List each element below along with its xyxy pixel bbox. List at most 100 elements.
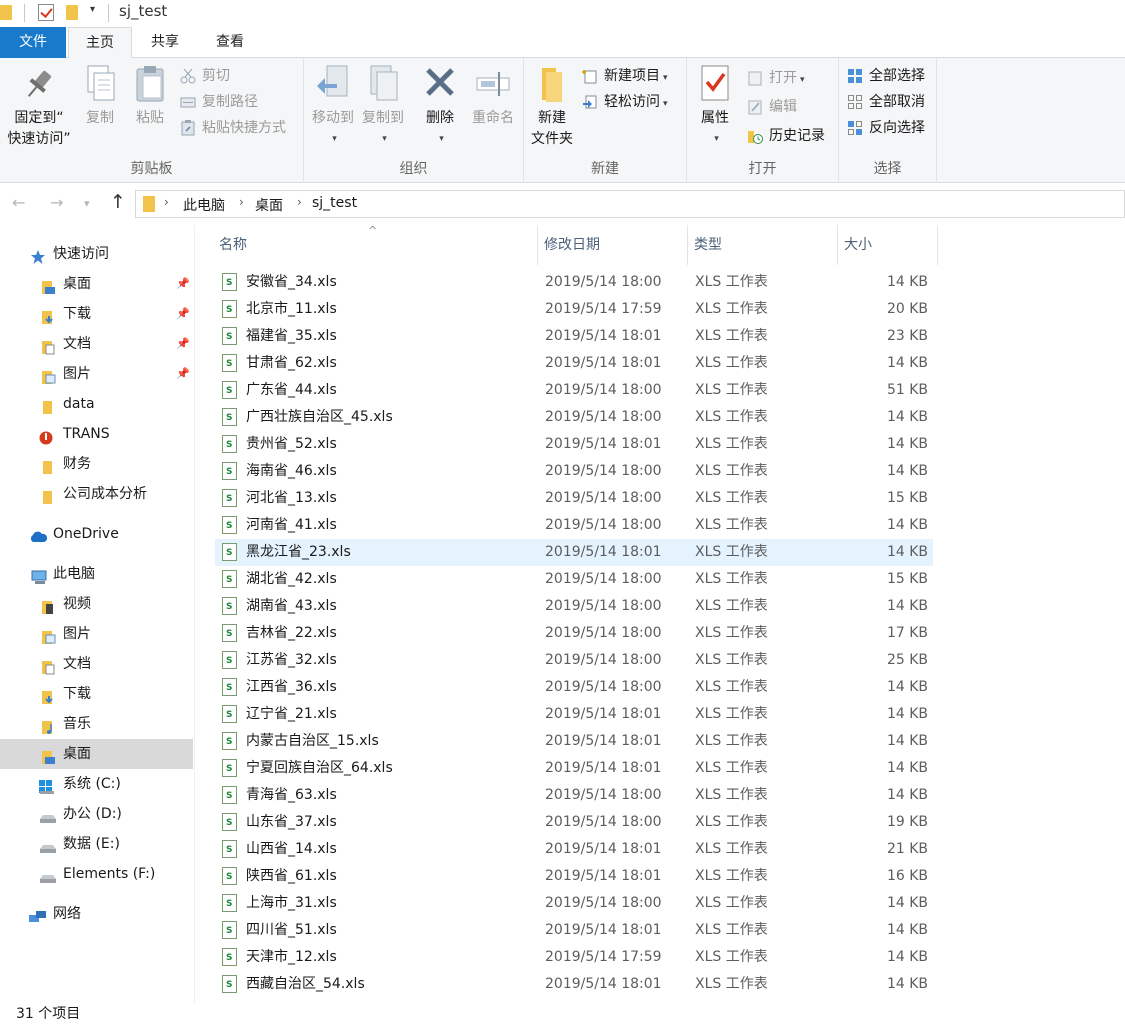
- open-button[interactable]: 打开 ▾: [747, 67, 805, 89]
- nav-item-videos[interactable]: 视频: [0, 589, 193, 619]
- file-row[interactable]: 黑龙江省_23.xls 2019/5/14 18:01 XLS 工作表 14 KB: [215, 539, 933, 567]
- nav-item-trans[interactable]: TRANS: [0, 419, 193, 449]
- breadcrumb-chevron-icon[interactable]: ›: [164, 195, 169, 209]
- invert-selection-button[interactable]: 反向选择: [847, 117, 925, 139]
- breadcrumb-chevron-icon[interactable]: ›: [239, 195, 244, 209]
- file-row[interactable]: 西藏自治区_54.xls 2019/5/14 18:01 XLS 工作表 14 KB: [215, 971, 933, 999]
- nav-item-drive-d[interactable]: 办公 (D:): [0, 799, 193, 829]
- nav-item-pictures[interactable]: 图片: [0, 619, 193, 649]
- nav-item-pictures-pinned[interactable]: 图片 📌: [0, 359, 193, 389]
- column-date[interactable]: 修改日期: [538, 225, 688, 265]
- file-row[interactable]: 内蒙古自治区_15.xls 2019/5/14 18:01 XLS 工作表 14 KB: [215, 728, 933, 756]
- nav-item-desktop[interactable]: 桌面: [0, 739, 193, 769]
- nav-item-documents[interactable]: 文档: [0, 649, 193, 679]
- address-bar[interactable]: › 此电脑 › 桌面 › sj_test: [135, 190, 1125, 218]
- file-row[interactable]: 北京市_11.xls 2019/5/14 17:59 XLS 工作表 20 KB: [215, 296, 933, 324]
- pin-quick-access-button[interactable]: 固定到“ 快速访问”: [4, 64, 74, 150]
- pin-icon[interactable]: 📌: [176, 359, 190, 389]
- nav-item-data[interactable]: data: [0, 389, 193, 419]
- paste-button[interactable]: 粘贴: [130, 64, 170, 129]
- tab-file[interactable]: 文件: [0, 27, 66, 58]
- nav-item-documents-pinned[interactable]: 文档 📌: [0, 329, 193, 359]
- nav-item-music[interactable]: 音乐: [0, 709, 193, 739]
- nav-quick-access[interactable]: 快速访问: [0, 239, 193, 269]
- file-row[interactable]: 山西省_14.xls 2019/5/14 18:01 XLS 工作表 21 KB: [215, 836, 933, 864]
- nav-item-drive-f[interactable]: Elements (F:): [0, 859, 193, 889]
- pin-icon[interactable]: 📌: [176, 329, 190, 359]
- properties-check-icon[interactable]: [38, 4, 54, 21]
- tab-view[interactable]: 查看: [198, 27, 262, 58]
- nav-label: 桌面: [63, 746, 91, 762]
- new-item-button[interactable]: 新建项目 ▾: [582, 65, 668, 87]
- select-all-button[interactable]: 全部选择: [847, 65, 925, 87]
- file-row[interactable]: 河北省_13.xls 2019/5/14 18:00 XLS 工作表 15 KB: [215, 485, 933, 513]
- file-row[interactable]: 福建省_35.xls 2019/5/14 18:01 XLS 工作表 23 KB: [215, 323, 933, 351]
- file-row[interactable]: 吉林省_22.xls 2019/5/14 18:00 XLS 工作表 17 KB: [215, 620, 933, 648]
- copy-path-button[interactable]: 复制路径: [180, 91, 258, 113]
- file-row[interactable]: 江苏省_32.xls 2019/5/14 18:00 XLS 工作表 25 KB: [215, 647, 933, 675]
- tab-share[interactable]: 共享: [134, 27, 196, 58]
- desktop-folder-icon: [40, 276, 56, 294]
- file-row[interactable]: 宁夏回族自治区_64.xls 2019/5/14 18:01 XLS 工作表 14 K…: [215, 755, 933, 783]
- up-arrow-icon[interactable]: ↑: [110, 191, 126, 213]
- file-row[interactable]: 上海市_31.xls 2019/5/14 18:00 XLS 工作表 14 KB: [215, 890, 933, 918]
- file-row[interactable]: 江西省_36.xls 2019/5/14 18:00 XLS 工作表 14 KB: [215, 674, 933, 702]
- file-row[interactable]: 湖南省_43.xls 2019/5/14 18:00 XLS 工作表 14 KB: [215, 593, 933, 621]
- file-row[interactable]: 陕西省_61.xls 2019/5/14 18:01 XLS 工作表 16 KB: [215, 863, 933, 891]
- nav-network[interactable]: 网络: [0, 899, 193, 929]
- file-row[interactable]: 甘肃省_62.xls 2019/5/14 18:01 XLS 工作表 14 KB: [215, 350, 933, 378]
- file-row[interactable]: 天津市_12.xls 2019/5/14 17:59 XLS 工作表 14 KB: [215, 944, 933, 972]
- pin-icon[interactable]: 📌: [176, 299, 190, 329]
- file-row[interactable]: 四川省_51.xls 2019/5/14 18:01 XLS 工作表 14 KB: [215, 917, 933, 945]
- recent-locations-chevron-icon[interactable]: ▾: [84, 197, 90, 210]
- delete-button[interactable]: 删除 ▾: [418, 64, 462, 150]
- column-name[interactable]: 名称 ^: [213, 224, 538, 265]
- breadcrumb-desktop[interactable]: 桌面: [255, 195, 283, 215]
- file-row[interactable]: 河南省_41.xls 2019/5/14 18:00 XLS 工作表 14 KB: [215, 512, 933, 540]
- nav-item-drive-e[interactable]: 数据 (E:): [0, 829, 193, 859]
- nav-item-downloads[interactable]: 下载: [0, 679, 193, 709]
- new-folder-button[interactable]: 新建 文件夹: [526, 64, 578, 150]
- breadcrumb-chevron-icon[interactable]: ›: [297, 195, 302, 209]
- nav-item-desktop-pinned[interactable]: 桌面 📌: [0, 269, 193, 299]
- customize-toolbar-chevron-icon[interactable]: ▾: [90, 4, 95, 15]
- column-size[interactable]: 大小: [838, 225, 938, 265]
- breadcrumb-this-pc[interactable]: 此电脑: [183, 195, 225, 215]
- breadcrumb-sj-test[interactable]: sj_test: [312, 195, 357, 211]
- nav-item-cost-analysis[interactable]: 公司成本分析: [0, 479, 193, 509]
- file-row[interactable]: 辽宁省_21.xls 2019/5/14 18:01 XLS 工作表 14 KB: [215, 701, 933, 729]
- file-row[interactable]: 海南省_46.xls 2019/5/14 18:00 XLS 工作表 14 KB: [215, 458, 933, 486]
- file-row[interactable]: 湖北省_42.xls 2019/5/14 18:00 XLS 工作表 15 KB: [215, 566, 933, 594]
- new-folder-icon[interactable]: [66, 5, 78, 20]
- copy-icon: [82, 64, 118, 104]
- move-to-button[interactable]: 移动到 ▾: [308, 64, 358, 150]
- rename-button[interactable]: 重命名: [466, 64, 520, 129]
- history-button[interactable]: 历史记录: [747, 125, 825, 147]
- nav-onedrive[interactable]: OneDrive: [0, 519, 193, 549]
- file-row[interactable]: 广西壮族自治区_45.xls 2019/5/14 18:00 XLS 工作表 14 K…: [215, 404, 933, 432]
- excel-file-icon: [222, 621, 237, 648]
- file-row[interactable]: 广东省_44.xls 2019/5/14 18:00 XLS 工作表 51 KB: [215, 377, 933, 405]
- pin-icon[interactable]: 📌: [176, 269, 190, 299]
- paste-shortcut-button[interactable]: 粘贴快捷方式: [180, 117, 286, 139]
- copy-button[interactable]: 复制: [80, 64, 120, 129]
- file-row[interactable]: 山东省_37.xls 2019/5/14 18:00 XLS 工作表 19 KB: [215, 809, 933, 837]
- edit-button[interactable]: 编辑: [747, 96, 797, 118]
- properties-button[interactable]: 属性 ▾: [693, 64, 737, 150]
- nav-item-drive-c[interactable]: 系统 (C:): [0, 769, 193, 799]
- nav-item-finance[interactable]: 财务: [0, 449, 193, 479]
- cut-button[interactable]: 剪切: [180, 65, 230, 87]
- nav-this-pc[interactable]: 此电脑: [0, 559, 193, 589]
- nav-item-downloads-pinned[interactable]: 下载 📌: [0, 299, 193, 329]
- select-none-button[interactable]: 全部取消: [847, 91, 925, 113]
- copy-to-button[interactable]: 复制到 ▾: [358, 64, 408, 150]
- forward-arrow-icon[interactable]: →: [50, 193, 63, 212]
- file-row[interactable]: 青海省_63.xls 2019/5/14 18:00 XLS 工作表 14 KB: [215, 782, 933, 810]
- tab-home[interactable]: 主页: [68, 27, 132, 59]
- easy-access-button[interactable]: 轻松访问 ▾: [582, 91, 668, 113]
- column-type[interactable]: 类型: [688, 225, 838, 265]
- file-row[interactable]: 安徽省_34.xls 2019/5/14 18:00 XLS 工作表 14 KB: [215, 269, 933, 297]
- file-size: 14 KB: [886, 706, 928, 722]
- back-arrow-icon[interactable]: ←: [12, 193, 25, 212]
- file-row[interactable]: 贵州省_52.xls 2019/5/14 18:01 XLS 工作表 14 KB: [215, 431, 933, 459]
